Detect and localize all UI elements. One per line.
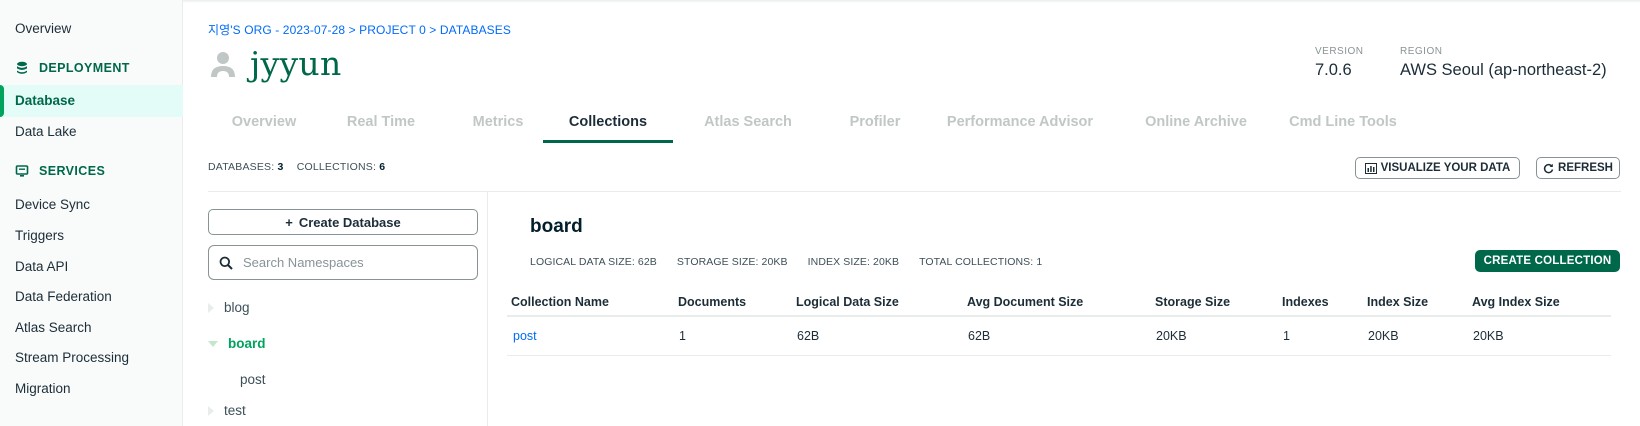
sidebar-item-device-sync[interactable]: Device Sync <box>15 197 90 212</box>
column-header-avg-document-size[interactable]: Avg Document Size <box>967 295 1083 309</box>
tab-bar: Overview Real Time Metrics Collections A… <box>208 110 1620 143</box>
sidebar-item-stream-processing[interactable]: Stream Processing <box>15 350 129 365</box>
column-header-documents[interactable]: Documents <box>678 295 746 309</box>
chevron-right-icon <box>208 405 214 416</box>
services-icon <box>15 165 29 177</box>
cluster-stats: DATABASES: 3 COLLECTIONS: 6 <box>208 161 395 173</box>
sidebar-item-atlas-search[interactable]: Atlas Search <box>15 320 92 335</box>
namespace-collection-label: post <box>240 372 266 387</box>
table-cell-avg-document-size: 62B <box>968 329 991 343</box>
user-icon <box>211 51 235 77</box>
refresh-icon <box>1543 163 1554 173</box>
storage-size: STORAGE SIZE: 20KB <box>676 256 788 268</box>
table-row-divider <box>507 355 1611 356</box>
visualize-data-button[interactable]: VISUALIZE YOUR DATA <box>1355 157 1520 179</box>
database-stats: LOGICAL DATA SIZE: 62B STORAGE SIZE: 20K… <box>530 256 1042 268</box>
region-label: REGION <box>1400 46 1443 57</box>
table-cell-documents: 1 <box>679 329 686 343</box>
sidebar-section-services: SERVICES <box>15 164 105 178</box>
namespace-db-test[interactable]: test <box>208 403 246 418</box>
table-cell-storage-size: 20KB <box>1156 329 1187 343</box>
column-header-indexes[interactable]: Indexes <box>1282 295 1329 309</box>
top-shadow <box>0 0 1640 3</box>
search-icon <box>219 256 233 270</box>
table-header-divider <box>507 315 1611 317</box>
plus-icon: + <box>285 214 293 230</box>
tab-performance-advisor[interactable]: Performance Advisor <box>935 110 1105 143</box>
panel-divider <box>487 191 488 426</box>
sidebar-item-data-federation[interactable]: Data Federation <box>15 289 112 304</box>
column-header-avg-index-size[interactable]: Avg Index Size <box>1472 295 1560 309</box>
tab-collections[interactable]: Collections <box>543 110 673 143</box>
tab-profiler[interactable]: Profiler <box>825 110 925 143</box>
table-cell-avg-index-size: 20KB <box>1473 329 1504 343</box>
databases-count: 3 <box>277 161 284 173</box>
collection-link-post[interactable]: post <box>513 329 537 343</box>
logical-data-size: LOGICAL DATA SIZE: 62B <box>530 256 657 268</box>
tab-metrics[interactable]: Metrics <box>442 110 554 143</box>
sidebar-item-triggers[interactable]: Triggers <box>15 228 64 243</box>
column-header-storage-size[interactable]: Storage Size <box>1155 295 1230 309</box>
database-title: board <box>530 216 583 237</box>
sidebar-section-label: SERVICES <box>39 164 106 178</box>
collections-label: COLLECTIONS: <box>296 161 377 173</box>
databases-label: DATABASES: <box>208 161 275 173</box>
table-cell-index-size: 20KB <box>1368 329 1399 343</box>
collections-count: 6 <box>379 161 386 173</box>
version-label: VERSION <box>1315 46 1364 57</box>
create-database-label: Create Database <box>298 214 401 230</box>
visualize-data-label: VISUALIZE YOUR DATA <box>1380 162 1511 174</box>
namespace-search <box>208 245 478 280</box>
page-title: jyyun <box>250 44 342 83</box>
version-value: 7.0.6 <box>1315 61 1352 79</box>
search-input[interactable] <box>243 255 463 270</box>
table-cell-logical-data-size: 62B <box>797 329 820 343</box>
divider <box>208 191 1621 192</box>
region-value: AWS Seoul (ap-northeast-2) <box>1400 61 1607 79</box>
column-header-index-size[interactable]: Index Size <box>1367 295 1428 309</box>
namespace-db-blog[interactable]: blog <box>208 300 250 315</box>
sidebar-section-label: DEPLOYMENT <box>39 61 130 75</box>
table-cell-indexes: 1 <box>1283 329 1290 343</box>
sidebar-item-overview[interactable]: Overview <box>15 21 71 36</box>
tab-online-archive[interactable]: Online Archive <box>1126 110 1266 143</box>
create-collection-button[interactable]: CREATE COLLECTION <box>1475 250 1620 272</box>
tab-overview[interactable]: Overview <box>208 110 320 143</box>
database-icon <box>17 61 27 74</box>
tab-cmd-line-tools[interactable]: Cmd Line Tools <box>1278 110 1408 143</box>
sidebar-item-data-lake[interactable]: Data Lake <box>15 124 77 139</box>
sidebar: Overview DEPLOYMENT Database Data Lake S… <box>0 0 183 426</box>
namespace-db-board[interactable]: board <box>208 336 266 351</box>
column-header-collection-name[interactable]: Collection Name <box>511 295 609 309</box>
chevron-right-icon <box>208 302 214 313</box>
column-header-logical-data-size[interactable]: Logical Data Size <box>796 295 899 309</box>
tab-atlas-search[interactable]: Atlas Search <box>688 110 808 143</box>
namespace-db-label: blog <box>224 300 250 315</box>
bar-chart-icon <box>1364 162 1377 174</box>
total-collections: TOTAL COLLECTIONS: 1 <box>919 256 1043 268</box>
breadcrumb[interactable]: 지영'S ORG - 2023-07-28 > PROJECT 0 > DATA… <box>208 21 511 38</box>
create-database-button[interactable]: + Create Database <box>208 209 478 235</box>
sidebar-section-deployment: DEPLOYMENT <box>15 61 130 75</box>
chevron-down-icon <box>208 340 218 347</box>
sidebar-item-database[interactable]: Database <box>0 85 183 117</box>
namespace-collection-post[interactable]: post <box>240 372 266 387</box>
refresh-button[interactable]: REFRESH <box>1536 157 1620 179</box>
sidebar-item-migration[interactable]: Migration <box>15 381 71 396</box>
index-size: INDEX SIZE: 20KB <box>807 256 900 268</box>
namespace-db-label: test <box>224 403 246 418</box>
tab-real-time[interactable]: Real Time <box>325 110 437 143</box>
sidebar-item-data-api[interactable]: Data API <box>15 259 68 274</box>
page-title-wrap: jyyun <box>208 44 342 83</box>
refresh-label: REFRESH <box>1558 162 1613 174</box>
namespace-db-label: board <box>228 336 266 351</box>
